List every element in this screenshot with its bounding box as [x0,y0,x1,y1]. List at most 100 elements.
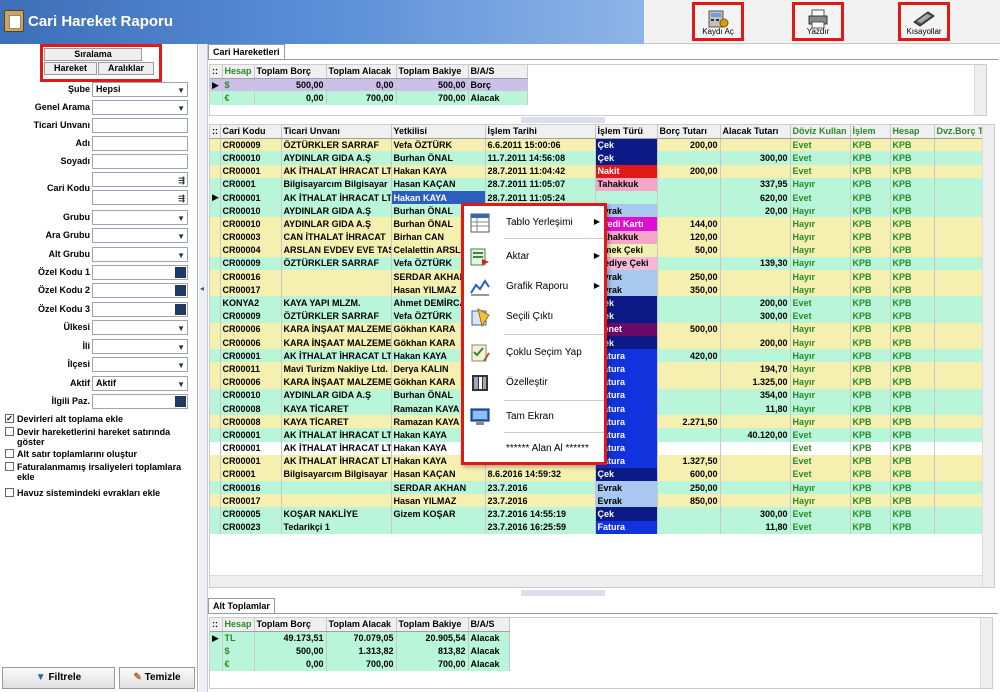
cell-yetkili[interactable]: Gizem KOŞAR [391,507,486,521]
cell-borc[interactable] [657,190,721,205]
picker-icon[interactable] [175,304,186,315]
cell-unvan[interactable]: KOŞAR NAKLİYE [281,507,392,521]
cell-doviz[interactable]: Hayır [790,243,851,257]
cell-doviz[interactable]: Hayır [790,375,851,389]
cell-kod[interactable]: CR00017 [220,283,282,297]
cell-alacak[interactable]: 200,00 [720,296,791,310]
clear-button[interactable]: ✎ Temizle [119,667,195,689]
subtotal-row[interactable]: $500,00 1.313,82 813,82 Alacak [210,644,511,658]
menu-item-aktar[interactable]: Aktar ▶ [464,244,604,270]
menu-item-tablo-yerlesimi[interactable]: Tablo Yerleşimi ▶ [464,210,604,236]
cell-tur[interactable]: Çek [595,467,658,482]
cell-hesap[interactable]: KPB [890,256,935,271]
cell-tarih[interactable]: 6.6.2011 15:00:06 [485,138,596,152]
cell-alacak[interactable] [720,441,791,455]
cell-tur[interactable]: Evrak [595,494,658,508]
cell-tarih[interactable]: 23.7.2016 14:55:19 [485,507,596,521]
cell-hesap[interactable]: KPB [890,520,935,534]
cell-alacak[interactable]: 20,00 [720,204,791,218]
aktif-select[interactable]: Aktif ▼ [92,376,188,391]
cell-tarih[interactable]: 23.7.2016 [485,481,596,495]
cell-kod[interactable]: CR00010 [220,388,282,402]
row-indicator[interactable] [210,243,221,257]
cell-kod[interactable]: CR00001 [220,441,282,455]
cell-alacak[interactable]: 139,30 [720,256,791,271]
cell-doviz[interactable]: Hayır [790,336,851,350]
cell-alacak[interactable] [720,164,791,178]
bottom-splitter-grip[interactable] [521,590,605,596]
cell-kod[interactable]: CR00001 [220,454,282,468]
cell-alacak[interactable] [720,243,791,257]
menu-item-ozellestir[interactable]: Özelleştir [464,370,604,396]
row-indicator[interactable] [210,454,221,468]
cell-doviz[interactable]: Evet [790,441,851,455]
cell-hesap[interactable]: KPB [890,204,935,218]
cell-hesap[interactable]: KPB [890,151,935,165]
row-indicator[interactable] [210,375,221,389]
cell-doviz[interactable]: Hayır [790,270,851,284]
cell-yetkili[interactable]: Hasan KAÇAN [391,177,486,191]
cell-unvan[interactable]: AK İTHALAT İHRACAT LT [281,428,392,442]
cell-borc[interactable]: 200,00 [657,138,721,152]
cell-doviz[interactable]: Hayır [790,481,851,495]
cell-unvan[interactable]: AK İTHALAT İHRACAT LT [281,190,392,205]
cell-borc[interactable]: 350,00 [657,283,721,297]
cell-hesap[interactable]: KPB [890,177,935,191]
picker-icon[interactable] [175,396,186,407]
cell-doviz[interactable]: Hayır [790,230,851,244]
row-indicator[interactable] [210,230,221,244]
cell-doviz[interactable]: Evet [790,151,851,165]
row-indicator[interactable] [210,309,221,323]
cell-islem[interactable]: KPB [850,362,891,376]
row-indicator[interactable] [210,283,221,297]
cell-hesap[interactable]: KPB [890,336,935,350]
cell-islem[interactable]: KPB [850,270,891,284]
cell-hesap[interactable]: KPB [890,349,935,363]
cell-kod[interactable]: CR00016 [220,481,282,495]
cell-tur[interactable]: Tahakkuk [595,177,658,191]
row-indicator[interactable] [210,401,221,416]
cell-tarih[interactable]: 8.6.2016 14:59:32 [485,467,596,482]
ilgili-paz-input[interactable] [92,394,188,409]
table-row[interactable]: CR00017 Hasan YILMAZ 23.7.2016 Evrak 850,00 H… [210,494,994,508]
cell-unvan[interactable]: KARA İNŞAAT MALZEMELERİ [281,336,392,350]
subtotal-row[interactable]: €0,00 700,00 700,00 Alacak [210,657,511,671]
cell-islem[interactable]: KPB [850,217,891,231]
cell-yetkili[interactable]: Vefa ÖZTÜRK [391,138,486,152]
main-vertical-scrollbar[interactable] [982,125,994,587]
cell-yetkili[interactable]: Hakan KAYA [391,164,486,178]
sube-select[interactable]: Hepsi ▼ [92,82,188,97]
row-indicator[interactable] [210,151,221,165]
cell-alacak[interactable]: 200,00 [720,336,791,350]
cell-unvan[interactable]: KARA İNŞAAT MALZEMELERİ [281,322,392,336]
filter-button[interactable]: ▼ Filtrele [2,667,115,689]
cell-hesap[interactable]: KPB [890,190,935,205]
ozel-kodu-2-input[interactable] [92,283,188,298]
cell-islem[interactable]: KPB [850,296,891,310]
row-indicator[interactable] [210,138,221,152]
cell-unvan[interactable]: KAYA YAPI MLZM. [281,296,392,310]
menu-item-alan-al[interactable]: ****** Alan Al ****** [464,436,604,462]
cell-unvan[interactable]: AK İTHALAT İHRACAT LT [281,349,392,363]
cell-borc[interactable]: 50,00 [657,243,721,257]
cell-tur[interactable]: Çek [595,507,658,521]
row-indicator[interactable] [210,388,221,402]
cell-hesap[interactable]: KPB [890,388,935,402]
cell-doviz[interactable]: Hayır [790,401,851,416]
cell-borc[interactable] [657,375,721,389]
row-indicator[interactable] [210,322,221,336]
lookup-icon[interactable]: ⇶ [178,174,185,187]
cell-hesap[interactable]: KPB [890,164,935,178]
shortcuts-button[interactable]: Kısayollar [898,2,950,41]
cell-yetkili[interactable] [391,520,486,534]
cell-borc[interactable] [657,336,721,350]
cell-islem[interactable]: KPB [850,481,891,495]
cell-unvan[interactable]: AYDINLAR GIDA A.Ş [281,217,392,231]
main-horizontal-scrollbar[interactable] [210,575,982,587]
cell-kod[interactable]: CR00006 [220,375,282,389]
cell-kod[interactable]: CR00008 [220,415,282,429]
cell-islem[interactable]: KPB [850,164,891,178]
cell-unvan[interactable]: Bilgisayarcım Bilgisayar [281,177,392,191]
row-indicator[interactable] [210,177,221,191]
cell-kod[interactable]: CR00009 [220,309,282,323]
